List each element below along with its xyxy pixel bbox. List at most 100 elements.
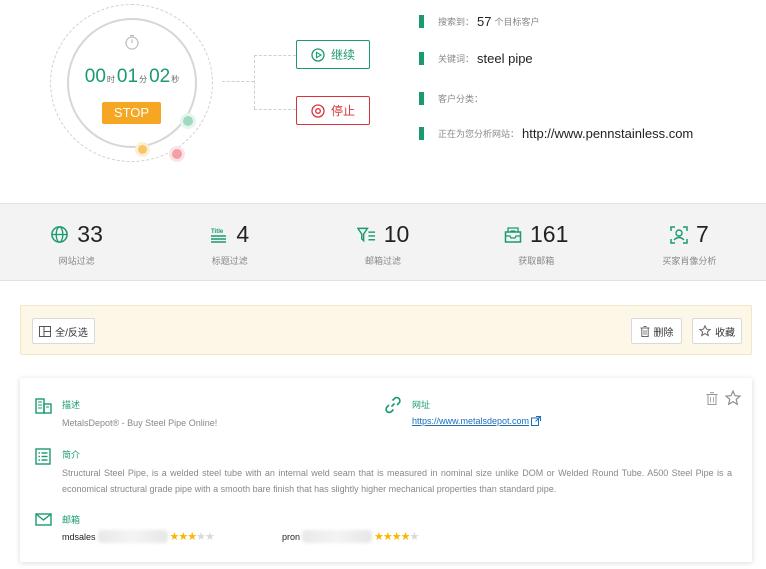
email-redacted <box>302 530 373 543</box>
stat-label: 获取邮箱 <box>518 256 555 266</box>
minutes-unit: 分 <box>139 75 148 84</box>
star-outline-icon <box>699 325 711 337</box>
stats-bar: 33 网站过滤 Title 4 标题过滤 10 邮箱过滤 161 获取邮箱 7 … <box>0 203 766 281</box>
svg-text:Title: Title <box>211 229 224 235</box>
stop-button[interactable]: 停止 <box>296 96 370 125</box>
category-row: 客户分类： <box>419 92 486 105</box>
description-text: MetalsDepot® - Buy Steel Pipe Online! <box>62 418 218 428</box>
trash-icon <box>640 325 649 337</box>
stat-email-filter: 10 邮箱过滤 <box>306 204 459 280</box>
envelope-icon <box>35 513 52 526</box>
email-entry[interactable]: mdsales ★★★★★ <box>62 530 215 543</box>
stop-label: 停止 <box>330 104 355 118</box>
stat-label: 网站过滤 <box>58 256 95 266</box>
stat-value: 33 <box>77 221 103 247</box>
star-filled-icon: ★ <box>374 531 384 543</box>
found-count: 57 <box>477 14 492 29</box>
stat-label: 邮箱过滤 <box>365 256 402 266</box>
description-title: 描述 <box>62 400 81 410</box>
hours-unit: 时 <box>106 75 115 84</box>
delete-button[interactable]: 删除 <box>631 318 682 344</box>
stat-value: 10 <box>383 221 410 247</box>
link-icon <box>385 396 401 414</box>
continue-label: 继续 <box>330 48 355 62</box>
progress-dot-yellow <box>138 145 147 154</box>
result-card: 描述 MetalsDepot® - Buy Steel Pipe Online!… <box>20 378 752 562</box>
info-marker <box>419 52 424 65</box>
title-icon: Title <box>211 229 227 243</box>
mail-inbox-icon <box>504 226 522 243</box>
intro-text: Structural Steel Pipe, is a welded steel… <box>62 468 732 494</box>
stop-circle-icon <box>311 103 325 118</box>
user-portrait-icon <box>670 225 688 244</box>
list-icon <box>35 448 51 465</box>
found-count-row: 搜索到： 57 个目标客户 <box>419 14 540 29</box>
favorite-label: 收藏 <box>715 327 735 339</box>
elapsed-time: 00 时 01 分 02 秒 <box>78 66 188 88</box>
email-prefix: mdsales <box>62 531 96 542</box>
connector-line <box>222 81 254 82</box>
stat-title-filter: Title 4 标题过滤 <box>153 204 306 280</box>
analyzing-label: 正在为您分析网站： <box>438 129 520 139</box>
building-icon <box>35 398 52 414</box>
star-filled-icon: ★ <box>187 531 197 543</box>
star-empty-icon: ★ <box>409 531 420 543</box>
timer-panel: 00 时 01 分 02 秒 STOP <box>50 4 215 164</box>
star-empty-icon: ★ <box>205 531 215 543</box>
select-all-button[interactable]: 全/反选 <box>32 318 95 344</box>
favorite-button[interactable]: 收藏 <box>692 318 742 344</box>
email-prefix: pron <box>282 531 301 542</box>
found-suffix: 个目标客户 <box>494 17 540 27</box>
info-marker <box>419 127 424 140</box>
external-link-icon <box>531 416 542 426</box>
connector-line <box>254 109 296 110</box>
found-label: 搜索到： <box>438 17 475 27</box>
analyzing-url: http://www.pennstainless.com <box>522 126 694 141</box>
filter-icon <box>356 227 375 242</box>
category-label: 客户分类： <box>438 94 484 104</box>
website-link-text: https://www.metalsdepot.com <box>412 416 530 426</box>
connector-line <box>254 55 255 109</box>
keyword-label: 关键词： <box>438 54 475 64</box>
stat-emails-obtained: 161 获取邮箱 <box>460 204 613 280</box>
progress-dot-red <box>172 149 182 159</box>
seconds-unit: 秒 <box>171 75 180 84</box>
email-rating: ★★★★★ <box>170 530 215 543</box>
email-rating: ★★★★★ <box>374 530 420 543</box>
seconds-value: 02 <box>149 66 171 87</box>
globe-icon <box>51 226 69 243</box>
info-marker <box>419 92 424 105</box>
stat-label: 标题过滤 <box>211 256 248 266</box>
result-toolbar: 全/反选 删除 收藏 <box>20 305 752 355</box>
minutes-value: 01 <box>116 66 139 87</box>
stat-buyer-portrait: 7 买家肖像分析 <box>613 204 766 280</box>
stat-website-filter: 33 网站过滤 <box>0 204 153 280</box>
star-empty-icon: ★ <box>196 531 206 543</box>
info-marker <box>419 15 424 28</box>
card-trash-icon[interactable] <box>706 392 718 405</box>
timer-stop-button[interactable]: STOP <box>102 102 161 124</box>
website-link[interactable]: https://www.metalsdepot.com <box>412 416 542 426</box>
intro-title: 简介 <box>62 450 81 460</box>
keyword-row: 关键词： steel pipe <box>419 51 533 66</box>
select-all-label: 全/反选 <box>55 327 88 339</box>
email-redacted <box>97 530 168 543</box>
email-entry[interactable]: pron ★★★★★ <box>282 530 420 543</box>
hours-value: 00 <box>84 66 106 87</box>
stat-value: 161 <box>530 221 569 247</box>
play-circle-icon <box>311 47 325 62</box>
connector-line <box>254 55 296 56</box>
progress-dot-green <box>183 116 193 126</box>
stat-value: 7 <box>696 221 709 247</box>
star-filled-icon: ★ <box>382 531 393 543</box>
select-all-icon <box>39 325 52 337</box>
clock-icon <box>125 34 139 50</box>
url-title: 网址 <box>412 400 431 410</box>
delete-label: 删除 <box>653 327 674 339</box>
email-title: 邮箱 <box>62 515 81 525</box>
keyword-value: steel pipe <box>477 51 533 66</box>
continue-button[interactable]: 继续 <box>296 40 370 69</box>
star-filled-icon: ★ <box>178 531 188 543</box>
stat-label: 买家肖像分析 <box>662 256 717 266</box>
card-star-icon[interactable] <box>725 390 741 406</box>
